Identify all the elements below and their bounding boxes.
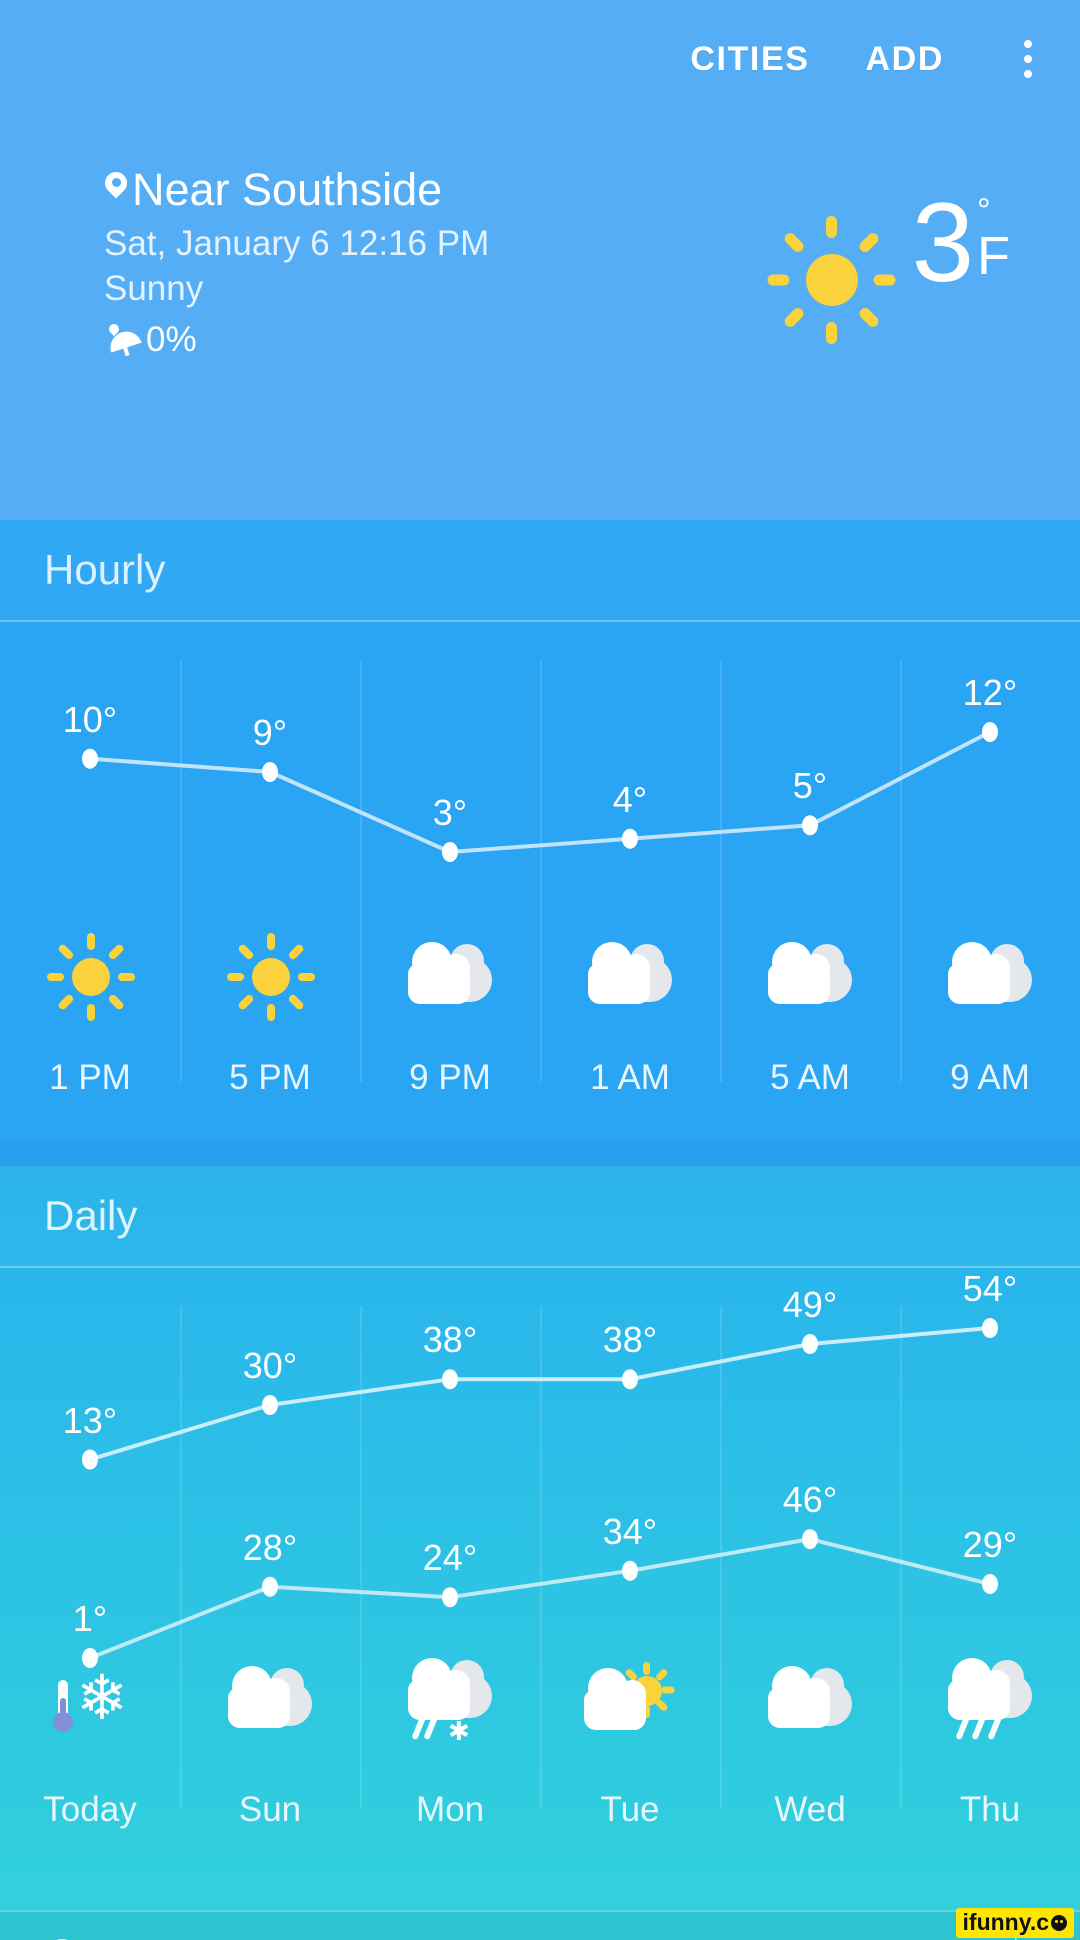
weather-app: CITIES ADD Near Southside Sat, January 6… — [0, 0, 1080, 1940]
cloudy-icon — [222, 1656, 318, 1748]
data-point — [262, 1576, 278, 1597]
data-point — [622, 828, 638, 849]
umbrella-icon — [104, 320, 144, 360]
add-button[interactable]: ADD — [866, 40, 944, 79]
hourly-icon-cell — [900, 932, 1080, 1024]
daily-chart[interactable]: 13° 30° 38° 38° 49° 54° 1° 28° 24° 34° 46° 29° ❄ — [0, 1268, 1080, 1868]
daily-section: Daily 13° 30° 38° 38° 49° 54° 1° 28° 24° 34° 46° 29… — [0, 1166, 1080, 1868]
data-point — [982, 1574, 998, 1594]
data-point — [802, 1529, 818, 1550]
daily-icon-cell: ❄ — [0, 1656, 180, 1748]
hourly-time: 9 AM — [950, 1058, 1030, 1097]
data-point — [982, 1318, 998, 1338]
daily-icon-cell: ✱ — [360, 1656, 540, 1748]
temperature-unit-block: ° F — [977, 192, 1010, 287]
cloudy-icon — [762, 932, 858, 1024]
cloudy-icon — [582, 932, 678, 1024]
data-point — [82, 748, 98, 769]
hourly-icon-cell — [540, 932, 720, 1024]
data-point — [802, 1334, 818, 1354]
data-point — [982, 722, 998, 742]
data-point — [442, 1369, 458, 1390]
top-action-bar: CITIES ADD — [0, 0, 1080, 118]
location-pin-icon — [104, 172, 128, 206]
rain-icon — [942, 1656, 1038, 1748]
daily-day-row: Today Sun Mon Tue Wed Thu — [0, 1790, 1080, 1830]
hourly-time: 1 PM — [49, 1058, 131, 1097]
daily-day: Mon — [415, 1790, 485, 1829]
hourly-title: Hourly — [44, 546, 166, 593]
footer-bar: AccuWeather Updated 1/6 12:16 PM — [0, 1910, 1080, 1940]
hourly-time: 5 AM — [770, 1058, 850, 1097]
daily-icon-cell — [180, 1656, 360, 1748]
daily-line-graph — [82, 1318, 998, 1668]
data-point — [622, 1369, 638, 1390]
more-vertical-icon[interactable] — [1006, 31, 1050, 87]
cloudy-icon — [762, 1656, 858, 1748]
ifunny-watermark: ifunny.c — [955, 1908, 1074, 1938]
hourly-icon-row — [0, 932, 1080, 1024]
partly-sunny-icon — [582, 1656, 678, 1748]
cloudy-icon — [402, 932, 498, 1024]
hourly-time: 1 AM — [590, 1058, 670, 1097]
data-point — [802, 815, 818, 836]
daily-day: Thu — [959, 1790, 1021, 1829]
data-point — [442, 1587, 458, 1608]
hourly-chart[interactable]: 10° 9° 3° 4° 5° 12° 1 PM 5 PM 9 PM 1 AM … — [0, 622, 1080, 1142]
data-point — [262, 1395, 278, 1415]
daily-day: Sun — [238, 1790, 302, 1829]
current-temperature-value: 3 — [911, 180, 974, 305]
hourly-time: 9 PM — [409, 1058, 491, 1097]
daily-title: Daily — [44, 1192, 138, 1239]
sunny-icon — [762, 210, 898, 346]
data-point — [622, 1560, 638, 1581]
hourly-section: Hourly 10° 9° 3° 4° 5° 12° 1 PM 5 PM 9 P… — [0, 520, 1080, 1142]
cloudy-icon — [942, 932, 1038, 1024]
degree-symbol: ° — [977, 192, 991, 230]
current-temperature-block: 3 ° F — [762, 180, 1010, 346]
data-point — [82, 1449, 98, 1470]
location-name: Near Southside — [132, 163, 443, 215]
hourly-icon-cell — [180, 932, 360, 1024]
hourly-icon-cell — [360, 932, 540, 1024]
hourly-icon-cell — [0, 932, 180, 1024]
daily-icon-cell — [540, 1656, 720, 1748]
cold-icon: ❄ — [42, 1656, 138, 1748]
sunny-icon — [222, 932, 318, 1024]
daily-icon-cell — [900, 1656, 1080, 1748]
temperature-unit: F — [977, 226, 1010, 287]
daily-day: Tue — [600, 1790, 660, 1829]
precipitation-value: 0% — [146, 319, 197, 359]
hourly-icon-cell — [720, 932, 900, 1024]
data-point — [442, 842, 458, 862]
cities-button[interactable]: CITIES — [690, 40, 809, 79]
daily-icon-row: ❄ ✱ — [0, 1656, 1080, 1748]
sunny-icon — [42, 932, 138, 1024]
daily-day: Wed — [774, 1790, 846, 1829]
hourly-time: 5 PM — [229, 1058, 311, 1097]
section-gap — [0, 1142, 1080, 1166]
daily-icon-cell — [720, 1656, 900, 1748]
footer-spacer — [0, 1868, 1080, 1910]
daily-day: Today — [43, 1790, 137, 1829]
current-conditions-hero: CITIES ADD Near Southside Sat, January 6… — [0, 0, 1080, 520]
hourly-time-row: 1 PM 5 PM 9 PM 1 AM 5 AM 9 AM — [0, 1058, 1080, 1098]
rain-snow-icon: ✱ — [402, 1656, 498, 1748]
data-point — [262, 762, 278, 782]
watermark-text: ifunny.c — [962, 1909, 1049, 1935]
